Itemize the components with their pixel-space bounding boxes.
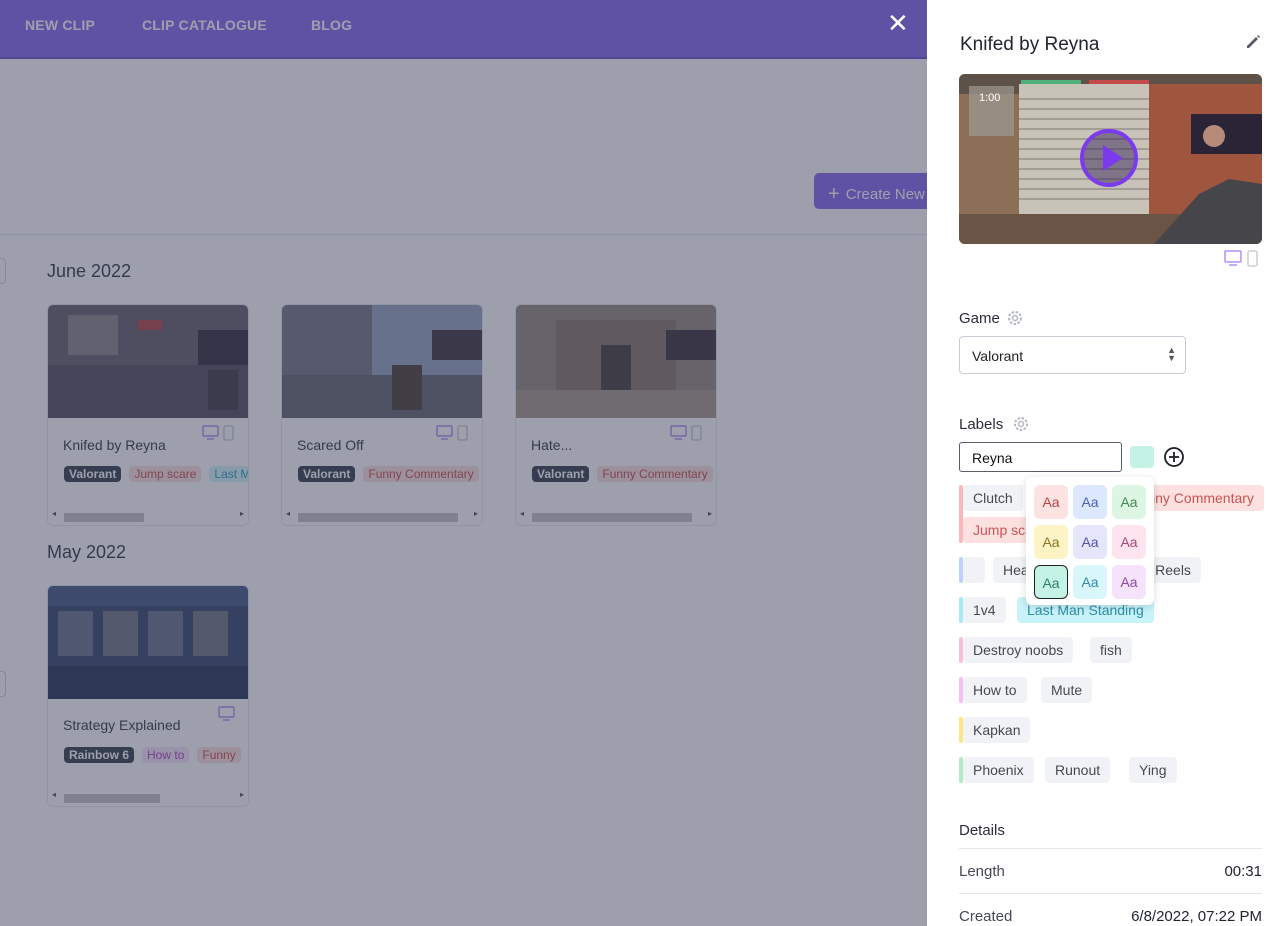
desktop-icon[interactable]: [1224, 249, 1260, 267]
color-option[interactable]: Aa: [1034, 485, 1068, 519]
labels-section-label: Labels: [959, 416, 1004, 433]
modal-backdrop[interactable]: [0, 0, 928, 926]
label-chip[interactable]: Clutch: [963, 485, 1023, 511]
color-option[interactable]: Aa: [1073, 485, 1107, 519]
pencil-icon[interactable]: [1244, 33, 1262, 51]
game-section-label: Game: [959, 310, 1000, 327]
label-chip[interactable]: Ying: [1129, 757, 1177, 783]
label-chip[interactable]: [963, 557, 985, 583]
label-chip[interactable]: Mute: [1041, 677, 1093, 703]
color-option[interactable]: Aa: [1112, 565, 1146, 599]
gear-icon[interactable]: [1012, 415, 1030, 433]
details-heading: Details: [959, 822, 1005, 839]
detail-value: 00:31: [1224, 863, 1262, 880]
detail-key: Length: [959, 863, 1005, 880]
add-label-icon[interactable]: [1163, 446, 1185, 468]
label-color-swatch[interactable]: [1130, 446, 1154, 468]
color-option-selected[interactable]: Aa: [1034, 565, 1068, 599]
video-player[interactable]: 1:00: [959, 74, 1262, 244]
chevron-updown-icon: ▲ ▼: [1167, 345, 1176, 363]
label-color-palette: Aa Aa Aa Aa Aa Aa Aa Aa Aa: [1026, 477, 1154, 605]
divider: [959, 893, 1262, 894]
color-option[interactable]: Aa: [1034, 525, 1068, 559]
label-input-value: Reyna: [972, 450, 1013, 466]
label-name-input[interactable]: Reyna: [959, 442, 1122, 472]
detail-key: Created: [959, 908, 1013, 925]
color-option[interactable]: Aa: [1112, 525, 1146, 559]
label-chip[interactable]: 1v4: [963, 597, 1006, 623]
clip-detail-panel: Knifed by Reyna 1:00 Game Valorant ▲ ▼ L…: [927, 0, 1286, 926]
device-toggle[interactable]: [1224, 249, 1260, 272]
label-chip[interactable]: Kapkan: [963, 717, 1031, 743]
color-option[interactable]: Aa: [1112, 485, 1146, 519]
game-select[interactable]: Valorant ▲ ▼: [959, 336, 1186, 374]
clip-title-heading: Knifed by Reyna: [960, 34, 1100, 55]
label-chip[interactable]: Destroy noobs: [963, 637, 1074, 663]
label-chip[interactable]: fish: [1090, 637, 1132, 663]
game-select-value: Valorant: [972, 348, 1024, 364]
video-timer: 1:00: [979, 92, 1001, 104]
label-chip[interactable]: How to: [963, 677, 1027, 703]
label-chip[interactable]: Phoenix: [963, 757, 1034, 783]
divider: [959, 848, 1262, 849]
detail-value: 6/8/2022, 07:22 PM: [1131, 908, 1262, 925]
label-chip[interactable]: Runout: [1045, 757, 1111, 783]
gear-icon[interactable]: [1006, 309, 1024, 327]
close-icon[interactable]: ✕: [887, 8, 909, 39]
color-option[interactable]: Aa: [1073, 565, 1107, 599]
color-option[interactable]: Aa: [1073, 525, 1107, 559]
play-button[interactable]: [1080, 129, 1138, 187]
